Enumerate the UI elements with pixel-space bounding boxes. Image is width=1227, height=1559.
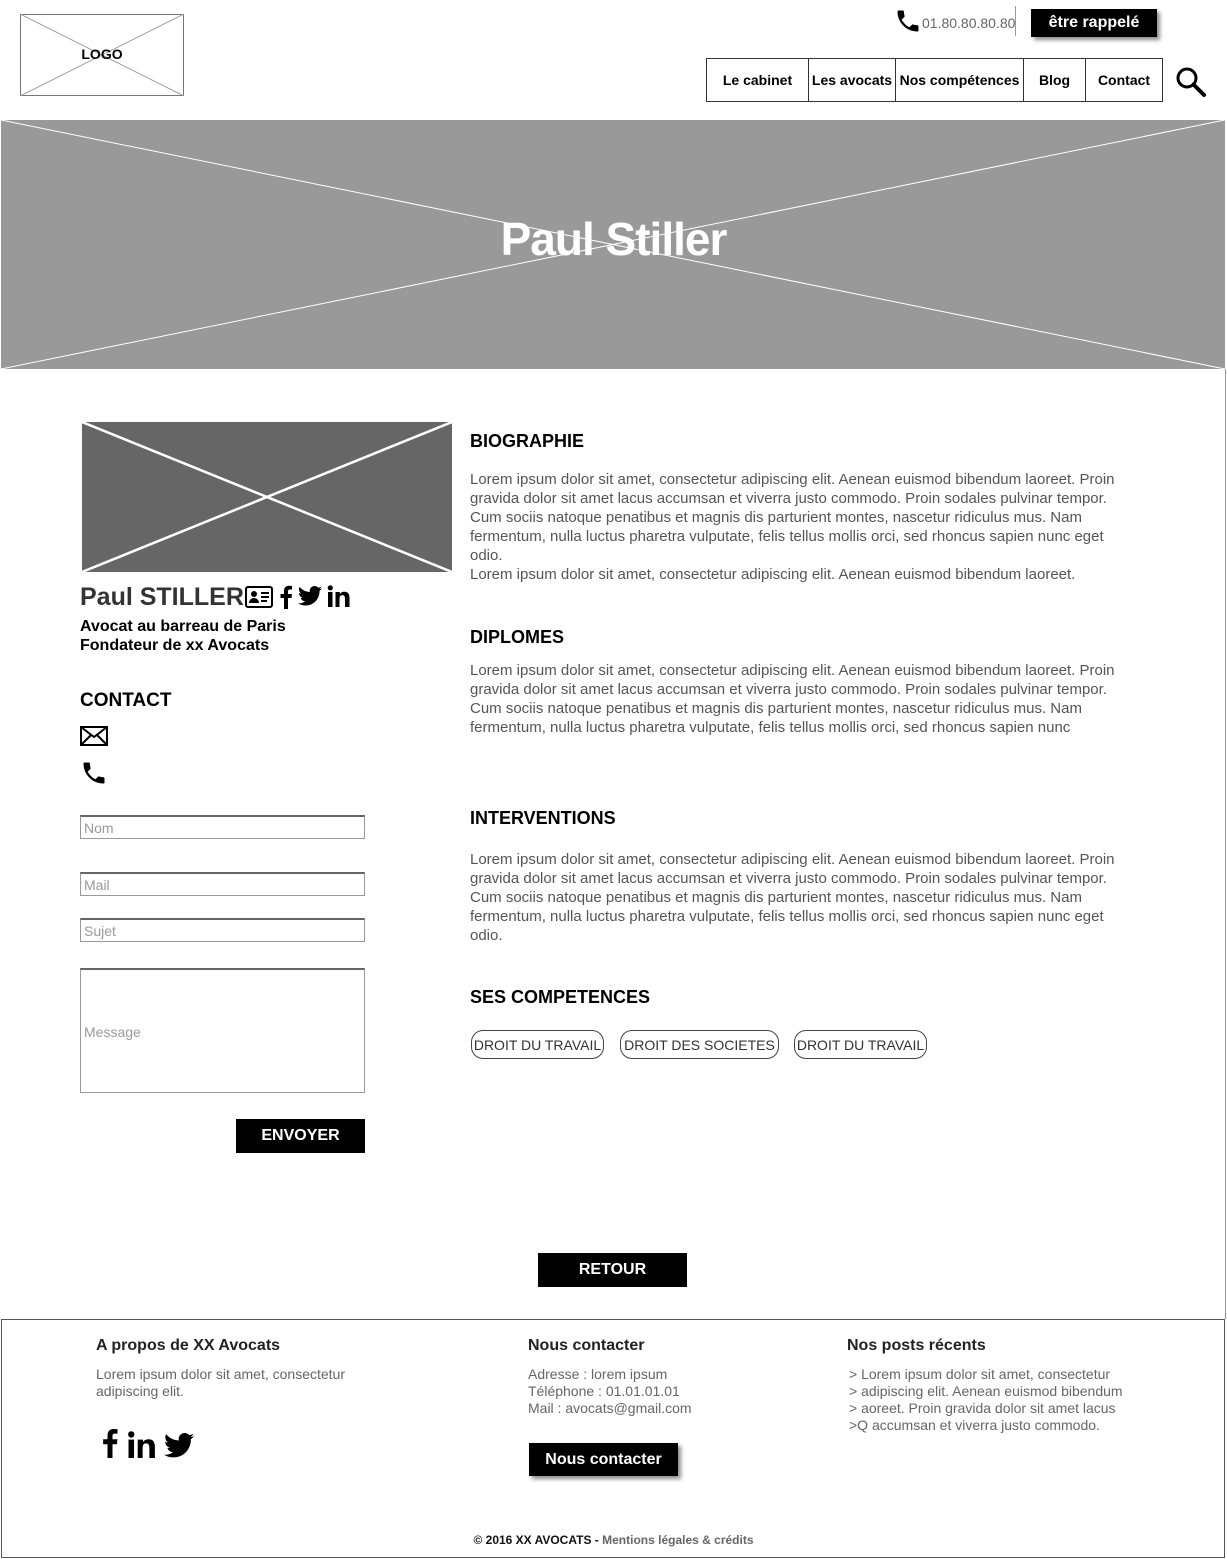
facebook-icon[interactable] [279, 585, 293, 609]
legal-link[interactable]: Mentions légales & crédits [602, 1533, 753, 1547]
footer-mail[interactable]: Mail : avocats@gmail.com [528, 1400, 692, 1417]
footer-twitter-icon[interactable] [164, 1433, 194, 1458]
twitter-icon[interactable] [298, 586, 322, 606]
interventions-text: Lorem ipsum dolor sit amet, consectetur … [470, 851, 1115, 944]
footer-about-line-1: Lorem ipsum dolor sit amet, consectetur [96, 1366, 345, 1382]
footer-about-line-2: adipiscing elit. [96, 1383, 184, 1399]
biography-title: BIOGRAPHIE [470, 431, 585, 451]
copyright-text: © 2016 XX AVOCATS - [473, 1533, 599, 1547]
diplomas-title: DIPLOMES [470, 627, 565, 647]
nav-item-competences[interactable]: Nos compétences [896, 59, 1024, 101]
footer-post-4[interactable]: >Q accumsan et viverra justo commodo. [849, 1417, 1100, 1434]
hero-title: Paul Stiller [500, 213, 728, 265]
subject-input[interactable] [80, 918, 365, 942]
footer-post-1[interactable]: > Lorem ipsum dolor sit amet, consectetu… [849, 1366, 1110, 1383]
name-input[interactable] [80, 815, 365, 839]
back-button[interactable]: RETOUR [538, 1253, 687, 1287]
footer-telephone: Téléphone : 01.01.01.01 [528, 1383, 680, 1399]
biography-text-2: Lorem ipsum dolor sit amet, consectetur … [470, 566, 1076, 583]
mail-input[interactable] [80, 872, 365, 896]
footer-post-2[interactable]: > adipiscing elit. Aenean euismod bibend… [849, 1383, 1123, 1400]
footer-posts-title: Nos posts récents [847, 1337, 986, 1354]
profile-role-founder: Fondateur de xx Avocats [80, 637, 270, 654]
footer-linkedin-icon[interactable] [127, 1431, 157, 1458]
profile-role-bar: Avocat au barreau de Paris [80, 618, 286, 635]
footer-facebook-icon[interactable] [101, 1428, 119, 1458]
profile-photo [82, 422, 452, 572]
main-nav: Le cabinet Les avocats Nos compétences B… [706, 58, 1163, 102]
vcard-icon[interactable] [245, 586, 273, 608]
phone-icon [894, 7, 922, 35]
mail-icon[interactable] [80, 726, 108, 746]
skill-tag-societes[interactable]: DROIT DES SOCIETES [620, 1030, 779, 1059]
diplomas-text: Lorem ipsum dolor sit amet, consectetur … [470, 662, 1115, 736]
nav-item-blog[interactable]: Blog [1024, 59, 1086, 101]
skill-tag-travail-2[interactable]: DROIT DU TRAVAIL [794, 1030, 927, 1059]
linkedin-icon[interactable] [327, 585, 351, 607]
footer-address: Adresse : lorem ipsum [528, 1366, 668, 1382]
footer-contact-button[interactable]: Nous contacter [529, 1443, 678, 1476]
nav-item-contact[interactable]: Contact [1086, 59, 1162, 101]
copyright-bar: © 2016 XX AVOCATS - Mentions légales & c… [0, 1533, 1227, 1547]
header-phone-number[interactable]: 01.80.80.80.80 [922, 15, 1015, 31]
search-icon[interactable] [1175, 66, 1207, 98]
interventions-title: INTERVENTIONS [470, 808, 616, 828]
header-divider [1015, 6, 1016, 36]
logo-text: LOGO [81, 46, 123, 62]
content-border [1225, 369, 1226, 1319]
biography-text: Lorem ipsum dolor sit amet, consectetur … [470, 471, 1115, 564]
nav-item-avocats[interactable]: Les avocats [809, 59, 896, 101]
footer-about-title: A propos de XX Avocats [96, 1337, 281, 1354]
send-button[interactable]: ENVOYER [236, 1119, 365, 1153]
footer-contact-title: Nous contacter [528, 1337, 645, 1354]
skill-tag-travail[interactable]: DROIT DU TRAVAIL [471, 1030, 604, 1059]
phone-icon[interactable] [80, 759, 108, 787]
profile-name: Paul STILLER [80, 583, 244, 611]
callback-button[interactable]: être rappelé [1031, 9, 1157, 37]
message-textarea[interactable] [80, 968, 365, 1093]
footer-post-3[interactable]: > aoreet. Proin gravida dolor sit amet l… [849, 1400, 1116, 1417]
contact-heading: CONTACT [80, 690, 172, 711]
skills-title: SES COMPETENCES [470, 987, 651, 1007]
nav-item-cabinet[interactable]: Le cabinet [707, 59, 809, 101]
